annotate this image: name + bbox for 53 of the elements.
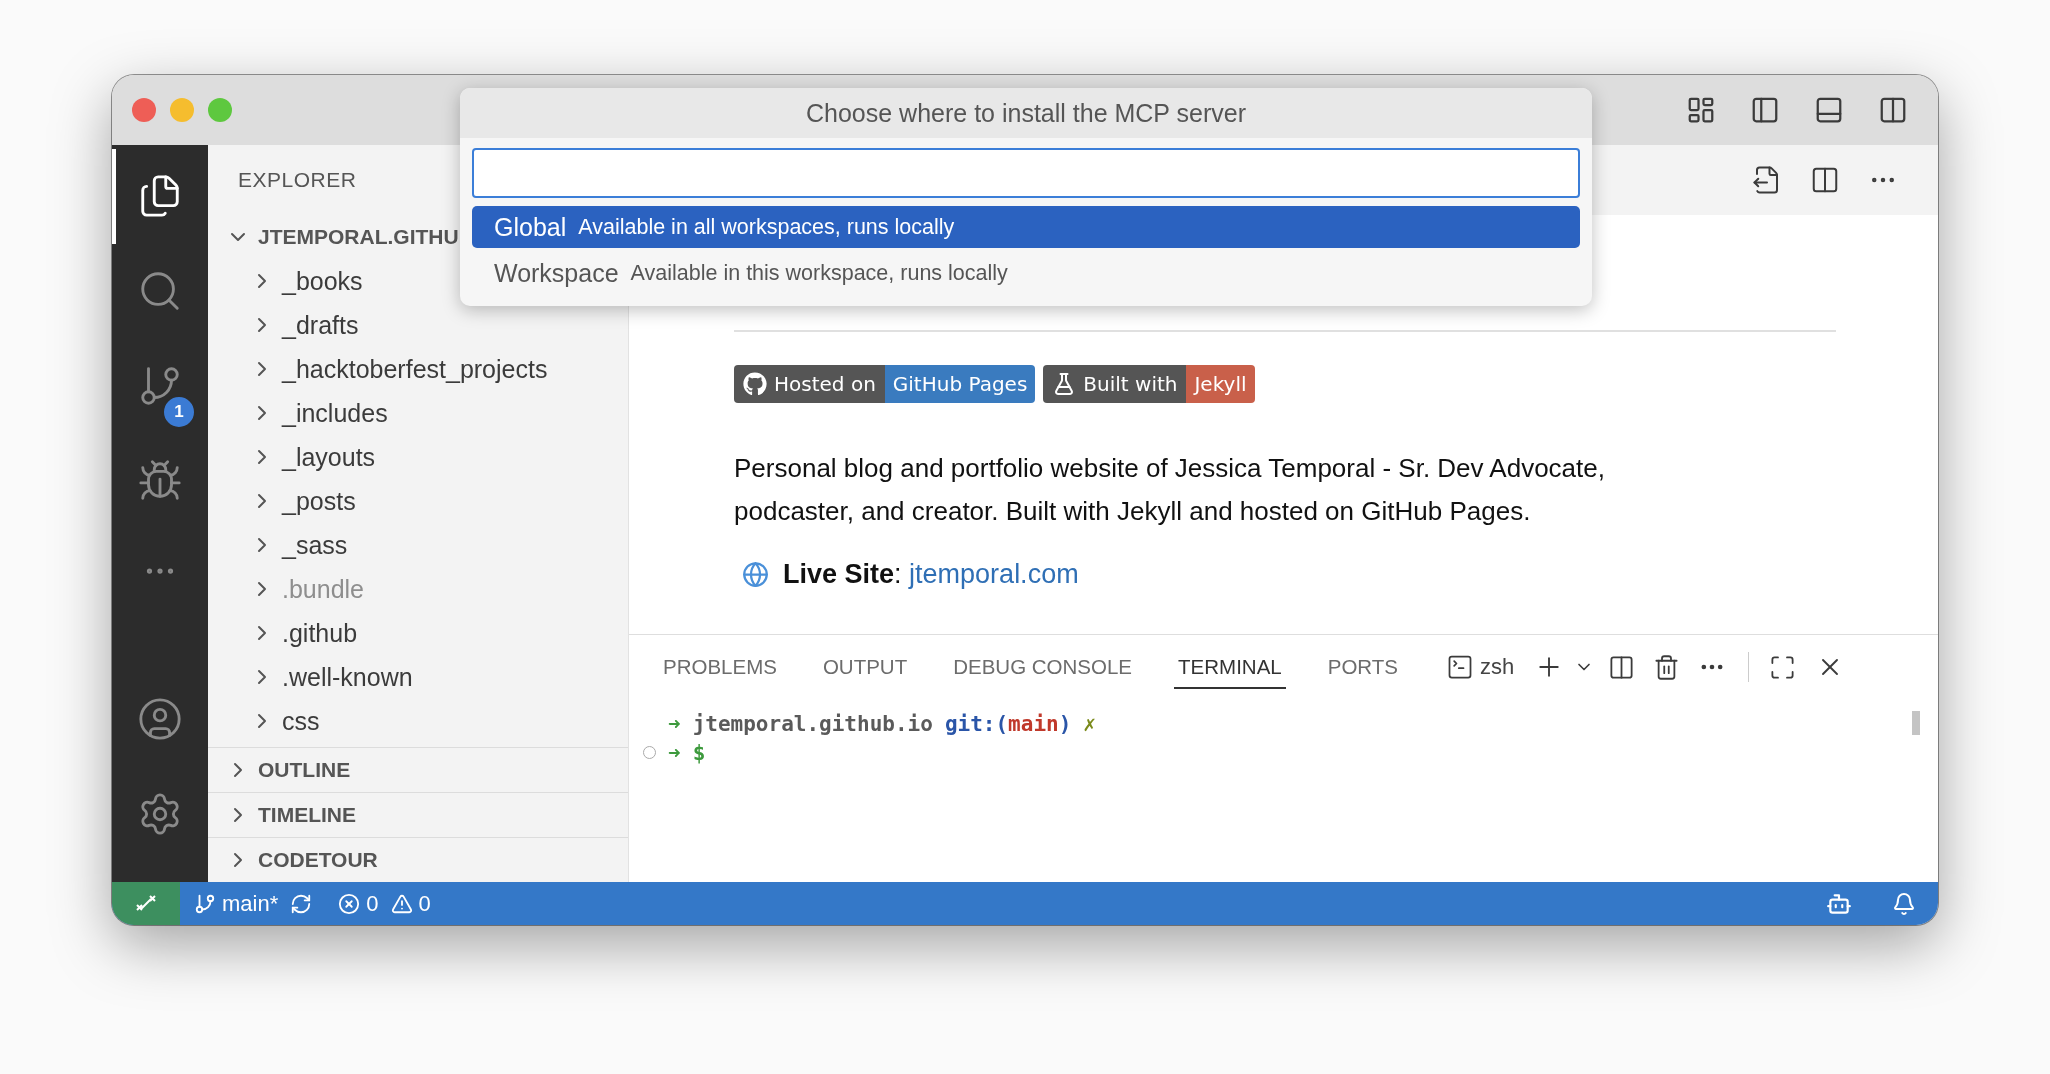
- folder-item[interactable]: .github: [208, 611, 628, 655]
- quick-pick-option[interactable]: Global Available in all workspaces, runs locally: [472, 206, 1580, 248]
- folder-item[interactable]: _layouts: [208, 435, 628, 479]
- panel-tab[interactable]: DEBUG CONSOLE: [949, 645, 1137, 689]
- toggle-secondary-sidebar-icon[interactable]: [1878, 95, 1908, 125]
- panel-tab[interactable]: PROBLEMS: [659, 645, 781, 689]
- count-badge: 1: [162, 395, 196, 429]
- terminal-line: ➜ jtemporal.github.io git:(main) ✗: [668, 711, 1096, 736]
- badge-value[interactable]: GitHub Pages: [884, 365, 1036, 403]
- notifications-icon[interactable]: [1892, 891, 1916, 916]
- split-terminal-icon[interactable]: [1608, 653, 1636, 681]
- remote-icon[interactable]: [112, 882, 180, 925]
- panel-tab[interactable]: PORTS: [1323, 645, 1402, 689]
- site-link[interactable]: jtemporal.com: [909, 559, 1079, 589]
- split-editor-icon[interactable]: [1810, 165, 1840, 195]
- section-header[interactable]: OUTLINE: [208, 748, 628, 792]
- live-site-text: Live Site: jtemporal.com: [783, 559, 1079, 590]
- warning-count[interactable]: 0: [418, 890, 431, 917]
- section-header[interactable]: TIMELINE: [208, 793, 628, 837]
- folder-item[interactable]: _drafts: [208, 303, 628, 347]
- warning-icon[interactable]: [390, 892, 413, 915]
- globe-icon: [742, 561, 769, 588]
- folder-item[interactable]: .well-known: [208, 655, 628, 699]
- folder-item[interactable]: _hacktoberfest_projects: [208, 347, 628, 391]
- quick-pick-option[interactable]: Workspace Available in this workspace, runs locally: [472, 252, 1580, 294]
- toggle-sidebar-icon[interactable]: [1750, 95, 1780, 125]
- account-icon[interactable]: [137, 696, 183, 742]
- badge-label[interactable]: Hosted on: [734, 365, 885, 403]
- terminal-line: ➜ $: [668, 740, 706, 765]
- folder-item[interactable]: _includes: [208, 391, 628, 435]
- description-text: Personal blog and portfolio website of Jessica Temporal - Sr. Dev Advocate, podcaster, and creator. Built with Jekyll and hosted on GitHub Pages.: [734, 452, 1606, 528]
- terminal-profile[interactable]: zsh: [1479, 654, 1515, 680]
- badge-label[interactable]: Built with: [1043, 365, 1187, 403]
- folder-item[interactable]: _sass: [208, 523, 628, 567]
- panel-tab[interactable]: OUTPUT: [818, 645, 912, 689]
- scrollbar-thumb[interactable]: [1912, 711, 1920, 735]
- sidebar-title: EXPLORER: [237, 167, 358, 193]
- section-header[interactable]: CODETOUR: [208, 838, 628, 882]
- folder-item[interactable]: _posts: [208, 479, 628, 523]
- toggle-panel-icon[interactable]: [1814, 95, 1844, 125]
- sync-icon[interactable]: [290, 892, 313, 915]
- branch-name[interactable]: main*: [222, 890, 279, 917]
- branch-icon[interactable]: [194, 892, 216, 915]
- badge-value[interactable]: Jekyll: [1186, 365, 1255, 403]
- maximize-icon[interactable]: [1769, 653, 1797, 681]
- error-icon[interactable]: [338, 892, 361, 915]
- octocat-icon: [743, 372, 767, 396]
- error-count[interactable]: 0: [366, 890, 379, 917]
- panel-tab[interactable]: TERMINAL: [1174, 645, 1286, 689]
- input-field[interactable]: [472, 148, 1580, 198]
- customize-layout-icon[interactable]: [1686, 95, 1716, 125]
- folder-item[interactable]: css: [208, 699, 628, 743]
- quick-pick-title: Choose where to install the MCP server: [460, 88, 1592, 138]
